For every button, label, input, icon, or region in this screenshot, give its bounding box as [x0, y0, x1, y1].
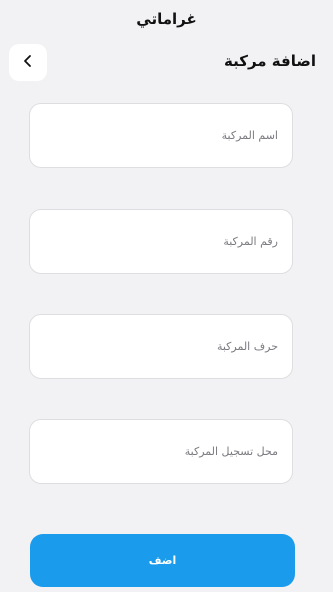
vehicle-name-field-container — [29, 103, 293, 168]
vehicle-number-input[interactable] — [42, 234, 280, 249]
chevron-left-icon — [21, 53, 35, 72]
page-title: اضافة مركبة — [224, 52, 316, 70]
vehicle-name-input[interactable] — [42, 128, 280, 143]
vehicle-registration-place-field-container — [29, 419, 293, 484]
app-logo: غراماتي — [136, 10, 197, 28]
vehicle-letter-input[interactable] — [42, 339, 280, 354]
vehicle-registration-place-input[interactable] — [42, 444, 280, 459]
vehicle-number-field-container — [29, 209, 293, 274]
add-vehicle-button[interactable]: اضف — [30, 534, 295, 587]
vehicle-letter-field-container — [29, 314, 293, 379]
back-button[interactable] — [9, 44, 47, 81]
